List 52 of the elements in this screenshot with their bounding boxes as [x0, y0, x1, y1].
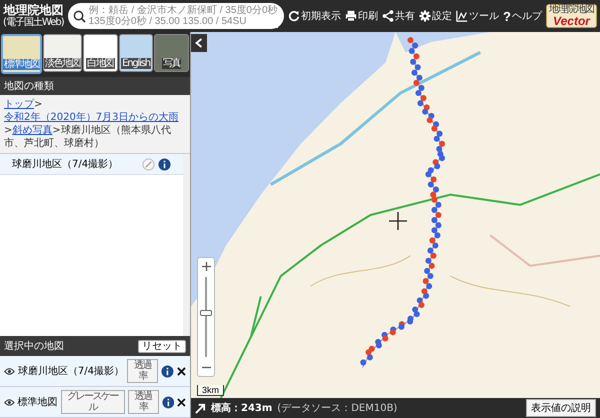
map-type-tab[interactable]: 標準地図: [1, 34, 42, 74]
toolbar-button[interactable]: 共有: [382, 9, 416, 23]
map-type-tab[interactable]: 白地図: [83, 34, 118, 72]
panel-title: 地図の種類: [4, 80, 54, 93]
selected-map-name: 球磨川地区（7/4撮影）: [18, 364, 124, 378]
breadcrumb-link[interactable]: トップ: [4, 99, 34, 110]
data-source-text: (データソース：DEM10B): [277, 402, 398, 415]
chart-tool-icon: [456, 10, 468, 22]
scrollbar[interactable]: [183, 154, 190, 336]
zoom-in-icon[interactable]: [202, 262, 210, 271]
map-list-item[interactable]: 球磨川地区（7/4撮影）: [0, 154, 183, 175]
zoom-slider-thumb[interactable]: [200, 310, 212, 316]
vector-logo[interactable]: 地理院地図 Vector: [546, 4, 597, 28]
layer-option-button[interactable]: 透過率: [126, 359, 158, 383]
map-type-tab[interactable]: 淡色地図: [43, 34, 82, 72]
eye-icon[interactable]: [4, 398, 15, 406]
scale-bar: 3km: [197, 385, 224, 396]
selected-map-name: 標準地図: [18, 396, 58, 409]
toolbar-button[interactable]: ツール: [456, 9, 500, 23]
info-icon[interactable]: [158, 158, 171, 170]
eye-icon[interactable]: [4, 366, 15, 376]
breadcrumb-link[interactable]: 斜め写真: [12, 125, 52, 136]
settings-icon: [419, 10, 432, 22]
elevation-text: 標高：243m: [211, 401, 272, 415]
breadcrumb-link[interactable]: 令和2年（2020年）7月3日からの大雨: [4, 112, 179, 123]
crosshair-icon: [389, 212, 407, 230]
close-icon[interactable]: [177, 366, 186, 376]
map-type-tab[interactable]: English: [118, 34, 154, 72]
share-icon: [382, 10, 394, 22]
printer-icon: [345, 10, 358, 22]
info-icon[interactable]: [161, 364, 174, 378]
toolbar-button[interactable]: 設定: [419, 9, 452, 23]
breadcrumb: トップ> 令和2年（2020年）7月3日からの大雨 >斜め写真>球磨川地区（熊本県八代市、芦北町、球磨村）: [0, 95, 190, 154]
collapse-panel-button[interactable]: [191, 34, 207, 52]
app-subtitle: (電子国土Web): [3, 18, 64, 28]
chevron-left-icon: [195, 38, 203, 48]
close-icon[interactable]: [177, 398, 186, 406]
map-type-tab[interactable]: 写真: [154, 34, 190, 72]
search-icon: [72, 10, 86, 22]
help-glyph: ?: [503, 8, 511, 24]
refresh-icon: [288, 10, 300, 22]
info-icon[interactable]: [162, 396, 174, 408]
expand-arrow-icon[interactable]: [195, 402, 206, 414]
layer-option-button[interactable]: 透過率: [128, 390, 159, 414]
reset-button[interactable]: リセット: [138, 340, 186, 352]
layer-option-button[interactable]: グレースケール: [60, 390, 125, 414]
toolbar-button[interactable]: ?ヘルプ: [503, 8, 542, 24]
legend-button[interactable]: 表示値の説明: [526, 399, 596, 417]
toolbar-button[interactable]: 初期表示: [288, 9, 342, 23]
toolbar-button[interactable]: 印刷: [345, 9, 378, 23]
app-title: 地理院地図: [3, 4, 64, 16]
panel-title: 選択中の地図: [4, 340, 64, 353]
